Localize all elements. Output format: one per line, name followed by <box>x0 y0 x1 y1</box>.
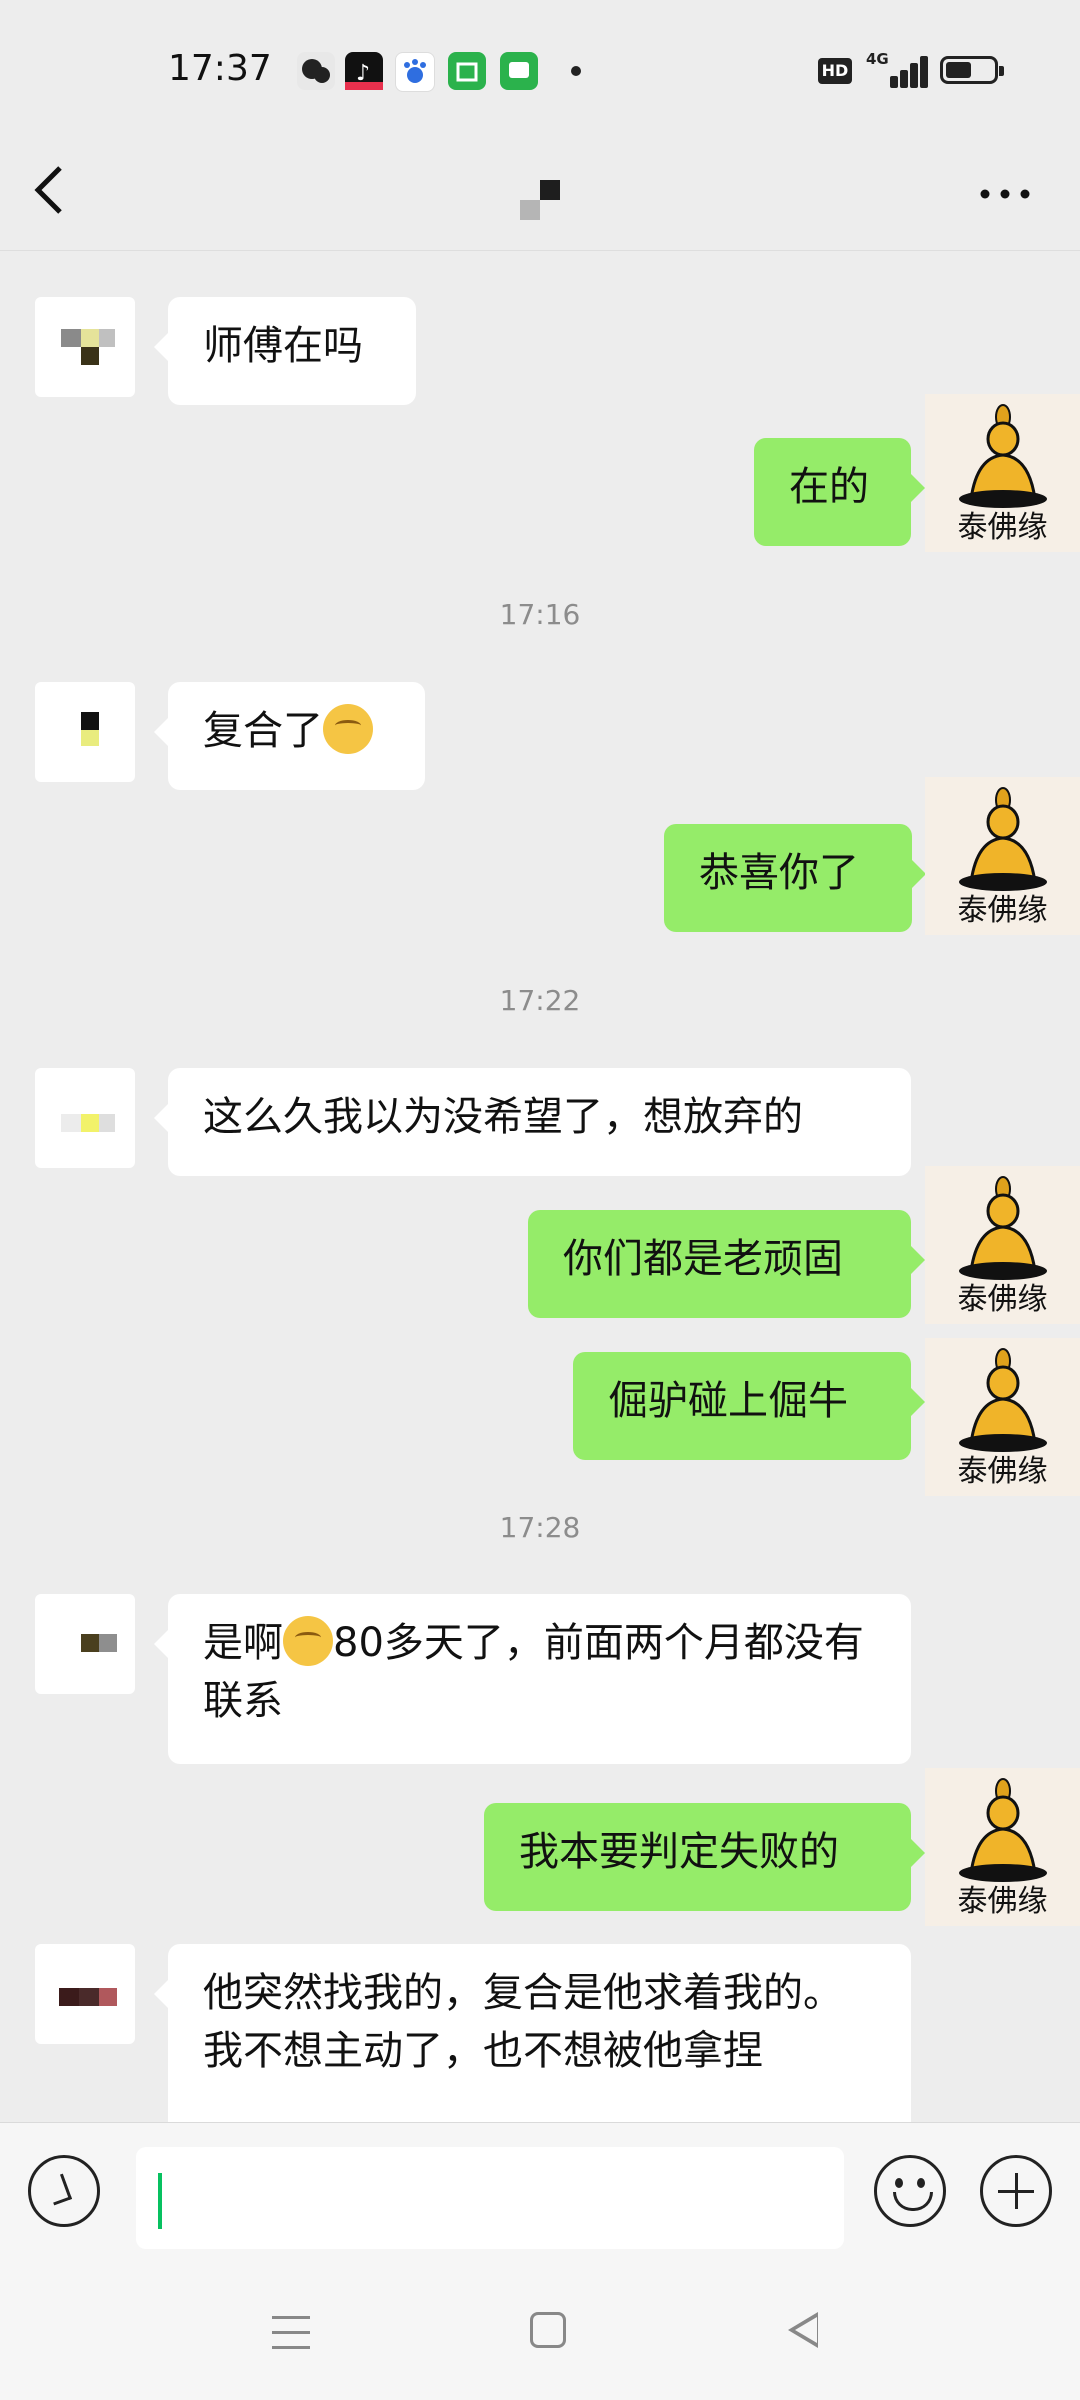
text-caret <box>158 2173 162 2229</box>
message-timestamp: 17:16 <box>499 598 581 631</box>
back-triangle-icon[interactable] <box>788 2312 818 2348</box>
contact-avatar[interactable] <box>520 180 560 220</box>
message-list[interactable]: 师傅在吗 在的 泰佛缘 17:16 复合了 恭喜你了 泰佛缘 17:22 这么久… <box>0 252 1080 2122</box>
input-bar <box>0 2122 1080 2279</box>
shop-icon <box>448 52 486 90</box>
sender-avatar[interactable]: 泰佛缘 <box>925 1338 1080 1496</box>
incoming-message[interactable]: 师傅在吗 <box>154 297 416 405</box>
message-text-lead: 是啊 <box>203 1620 283 1666</box>
system-nav-bar <box>0 2278 1080 2400</box>
message-text: 他突然找我的，复合是他求着我的。我不想主动了，也不想被他拿捏 <box>203 1970 843 2074</box>
status-time: 17:37 <box>168 48 272 89</box>
more-dots-icon[interactable] <box>975 180 1035 210</box>
incoming-message[interactable]: 复合了 <box>154 682 425 790</box>
sender-avatar[interactable]: 泰佛缘 <box>925 394 1080 552</box>
contact-avatar[interactable] <box>35 297 135 397</box>
chat-app-icon <box>500 52 538 90</box>
incoming-message[interactable]: 这么久我以为没希望了，想放弃的 <box>154 1068 911 1176</box>
menu-icon[interactable] <box>272 2314 310 2352</box>
hd-badge: HD <box>818 58 852 84</box>
outgoing-message[interactable]: 在的 <box>754 438 925 546</box>
outgoing-message[interactable]: 我本要判定失败的 <box>484 1803 925 1911</box>
contact-avatar[interactable] <box>35 1944 135 2044</box>
message-text: 我本要判定失败的 <box>519 1829 839 1875</box>
contact-avatar[interactable] <box>35 682 135 782</box>
message-text: 倔驴碰上倔牛 <box>608 1378 848 1424</box>
message-text: 在的 <box>789 464 869 510</box>
chevron-left-icon[interactable] <box>30 160 90 230</box>
sender-avatar[interactable]: 泰佛缘 <box>925 1768 1080 1926</box>
plus-icon[interactable] <box>980 2155 1052 2227</box>
message-timestamp: 17:28 <box>499 1511 581 1544</box>
crying-laughing-emoji <box>283 1616 333 1666</box>
notification-dot <box>571 66 581 76</box>
message-text: 你们都是老顽固 <box>563 1236 843 1282</box>
incoming-message[interactable]: 他突然找我的，复合是他求着我的。我不想主动了，也不想被他拿捏 <box>154 1944 911 2122</box>
outgoing-message[interactable]: 恭喜你了 <box>664 824 926 932</box>
battery-icon <box>940 56 1004 84</box>
home-icon[interactable] <box>530 2312 566 2348</box>
avatar-label: 泰佛缘 <box>957 1884 1048 1919</box>
message-text: 师傅在吗 <box>203 323 363 369</box>
contact-avatar[interactable] <box>35 1594 135 1694</box>
avatar-label: 泰佛缘 <box>957 1454 1048 1489</box>
sender-avatar[interactable]: 泰佛缘 <box>925 777 1080 935</box>
hand-over-mouth-emoji <box>323 704 373 754</box>
avatar-label: 泰佛缘 <box>957 893 1048 928</box>
chat-header <box>0 140 1080 251</box>
avatar-label: 泰佛缘 <box>957 510 1048 545</box>
baidu-icon <box>395 52 435 92</box>
wechat-icon <box>297 52 335 90</box>
message-input[interactable] <box>136 2147 844 2249</box>
status-bar: 17:37 ♪ HD 4G <box>0 0 1080 140</box>
emoji-icon[interactable] <box>874 2155 946 2227</box>
message-text: 恭喜你了 <box>699 850 859 896</box>
contact-avatar[interactable] <box>35 1068 135 1168</box>
outgoing-message[interactable]: 倔驴碰上倔牛 <box>573 1352 925 1460</box>
avatar-label: 泰佛缘 <box>957 1282 1048 1317</box>
message-text: 复合了 <box>203 708 323 754</box>
outgoing-message[interactable]: 你们都是老顽固 <box>528 1210 925 1318</box>
incoming-message[interactable]: 是啊 80多天了，前面两个月都没有联系 <box>154 1594 911 1764</box>
message-text: 这么久我以为没希望了，想放弃的 <box>203 1094 803 1140</box>
sender-avatar[interactable]: 泰佛缘 <box>925 1166 1080 1324</box>
voice-icon[interactable] <box>28 2155 100 2227</box>
message-timestamp: 17:22 <box>499 984 581 1017</box>
signal-icon <box>882 54 928 88</box>
tiktok-icon: ♪ <box>345 52 383 90</box>
